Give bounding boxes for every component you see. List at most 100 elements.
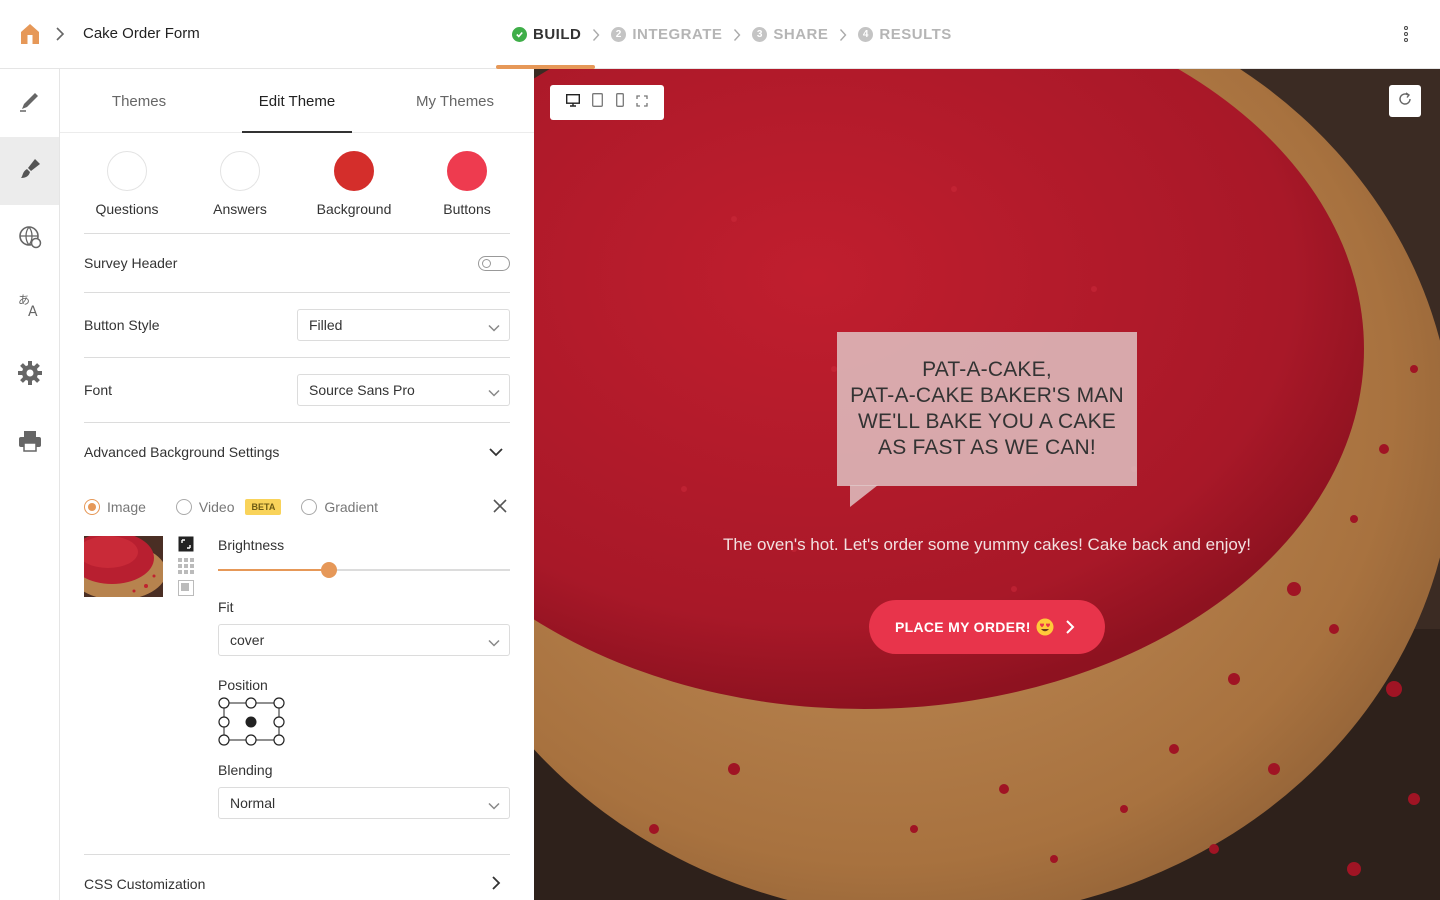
chevron-down-icon bbox=[487, 385, 501, 397]
brightness-slider-fill bbox=[218, 569, 329, 571]
chevron-down-icon bbox=[487, 798, 501, 810]
divider bbox=[84, 854, 510, 855]
step-label: SHARE bbox=[773, 26, 829, 43]
panel-tabs: Themes Edit Theme My Themes bbox=[60, 69, 534, 133]
step-integrate[interactable]: 2 INTEGRATE bbox=[611, 0, 722, 69]
button-style-select[interactable]: Filled bbox=[297, 309, 510, 341]
fit-contain-icon[interactable] bbox=[178, 580, 194, 596]
printer-icon bbox=[17, 428, 43, 459]
place-order-button[interactable]: PLACE MY ORDER! bbox=[869, 600, 1105, 654]
chevron-down-icon[interactable] bbox=[488, 445, 504, 463]
survey-header-toggle[interactable] bbox=[478, 256, 510, 271]
chevron-right-icon bbox=[54, 24, 66, 44]
chevron-right-icon[interactable] bbox=[490, 875, 502, 896]
divider bbox=[84, 292, 510, 293]
sidebar-item-print[interactable] bbox=[0, 409, 59, 477]
divider bbox=[84, 233, 510, 234]
heart-eyes-emoji-icon bbox=[1036, 618, 1054, 636]
place-order-label: PLACE MY ORDER! bbox=[895, 619, 1031, 635]
divider bbox=[84, 422, 510, 423]
radio-video-label: Video bbox=[198, 499, 235, 515]
chevron-right-icon bbox=[581, 0, 611, 69]
desktop-icon[interactable] bbox=[566, 93, 581, 112]
sidebar-item-settings[interactable] bbox=[0, 341, 59, 409]
fullscreen-icon[interactable] bbox=[636, 94, 648, 112]
brightness-label: Brightness bbox=[218, 537, 285, 553]
close-icon[interactable] bbox=[491, 497, 509, 520]
position-picker[interactable] bbox=[218, 696, 286, 748]
sidebar-item-design[interactable] bbox=[0, 137, 59, 205]
form-title[interactable]: Cake Order Form bbox=[83, 25, 200, 42]
fit-tile-icon[interactable] bbox=[178, 558, 194, 574]
button-style-value: Filled bbox=[309, 317, 343, 333]
answers-color-swatch[interactable] bbox=[220, 151, 260, 191]
background-color-swatch[interactable] bbox=[334, 151, 374, 191]
sidebar-item-translate[interactable]: あA bbox=[0, 273, 59, 341]
survey-header-label: Survey Header bbox=[84, 255, 178, 271]
fit-select[interactable]: cover bbox=[218, 624, 510, 656]
globe-icon bbox=[17, 224, 43, 255]
step-share[interactable]: 3 SHARE bbox=[752, 0, 828, 69]
chevron-right-icon bbox=[722, 0, 752, 69]
background-image-thumbnail[interactable] bbox=[84, 536, 163, 597]
refresh-icon bbox=[1397, 91, 1413, 112]
tab-edit-theme[interactable]: Edit Theme bbox=[242, 69, 352, 133]
tab-my-themes[interactable]: My Themes bbox=[400, 69, 510, 133]
pencil-icon bbox=[17, 88, 43, 119]
font-select[interactable]: Source Sans Pro bbox=[297, 374, 510, 406]
more-options-icon[interactable] bbox=[1396, 22, 1416, 46]
step-number: 2 bbox=[611, 27, 627, 42]
step-number: 3 bbox=[752, 27, 768, 42]
swatch-label: Buttons bbox=[443, 201, 491, 217]
svg-text:A: A bbox=[28, 304, 38, 319]
font-label: Font bbox=[84, 382, 113, 398]
font-value: Source Sans Pro bbox=[309, 382, 415, 398]
fit-cover-icon[interactable] bbox=[178, 536, 194, 552]
speech-bubble-tail bbox=[850, 485, 878, 507]
chevron-down-icon bbox=[487, 635, 501, 647]
step-results[interactable]: 4 RESULTS bbox=[858, 0, 951, 69]
sidebar-rail: あA bbox=[0, 69, 60, 900]
home-icon[interactable] bbox=[18, 22, 42, 46]
background-type-radios: Image Video BETA Gradient bbox=[84, 497, 378, 517]
swatch-label: Answers bbox=[213, 201, 267, 217]
button-style-label: Button Style bbox=[84, 317, 160, 333]
translate-icon: あA bbox=[16, 291, 44, 324]
chevron-right-icon bbox=[828, 0, 858, 69]
check-icon bbox=[512, 27, 527, 42]
step-number: 4 bbox=[858, 27, 874, 42]
buttons-color-swatch[interactable] bbox=[447, 151, 487, 191]
step-build[interactable]: BUILD bbox=[495, 0, 596, 69]
fit-value: cover bbox=[230, 632, 265, 648]
beta-badge: BETA bbox=[245, 499, 282, 515]
sidebar-item-build[interactable] bbox=[0, 69, 59, 137]
questions-color-swatch[interactable] bbox=[107, 151, 147, 191]
position-label: Position bbox=[218, 677, 268, 693]
chevron-right-icon bbox=[1065, 619, 1075, 635]
css-customization-toggle[interactable]: CSS Customization bbox=[84, 876, 205, 892]
radio-video[interactable] bbox=[175, 499, 192, 515]
refresh-preview-button[interactable] bbox=[1389, 85, 1421, 117]
radio-gradient-label: Gradient bbox=[324, 499, 379, 515]
fit-label: Fit bbox=[218, 599, 234, 615]
welcome-speech-bubble: PAT-A-CAKE, PAT-A-CAKE BAKER'S MAN WE'LL… bbox=[837, 332, 1137, 486]
swatch-label: Background bbox=[316, 201, 392, 217]
brightness-slider-handle[interactable] bbox=[321, 562, 337, 578]
blending-select[interactable]: Normal bbox=[218, 787, 510, 819]
tab-themes[interactable]: Themes bbox=[84, 69, 194, 133]
top-bar: Cake Order Form BUILD 2 INTEGRATE 3 SHAR… bbox=[0, 0, 1440, 69]
paintbrush-icon bbox=[17, 156, 43, 187]
device-toggle-bar bbox=[550, 85, 664, 120]
radio-gradient[interactable] bbox=[301, 499, 318, 515]
tablet-icon[interactable] bbox=[592, 93, 604, 112]
welcome-heading: PAT-A-CAKE, PAT-A-CAKE BAKER'S MAN WE'LL… bbox=[850, 358, 1124, 459]
advanced-background-toggle[interactable]: Advanced Background Settings bbox=[84, 444, 279, 460]
radio-image[interactable] bbox=[84, 499, 100, 515]
phone-icon[interactable] bbox=[615, 93, 624, 112]
swatch-label: Questions bbox=[95, 201, 159, 217]
gear-icon bbox=[17, 360, 43, 391]
sidebar-item-languages-web[interactable] bbox=[0, 205, 59, 273]
theme-panel: Themes Edit Theme My Themes Questions An… bbox=[60, 69, 534, 900]
welcome-description: The oven's hot. Let's order some yummy c… bbox=[722, 535, 1252, 554]
step-label: RESULTS bbox=[879, 26, 952, 43]
